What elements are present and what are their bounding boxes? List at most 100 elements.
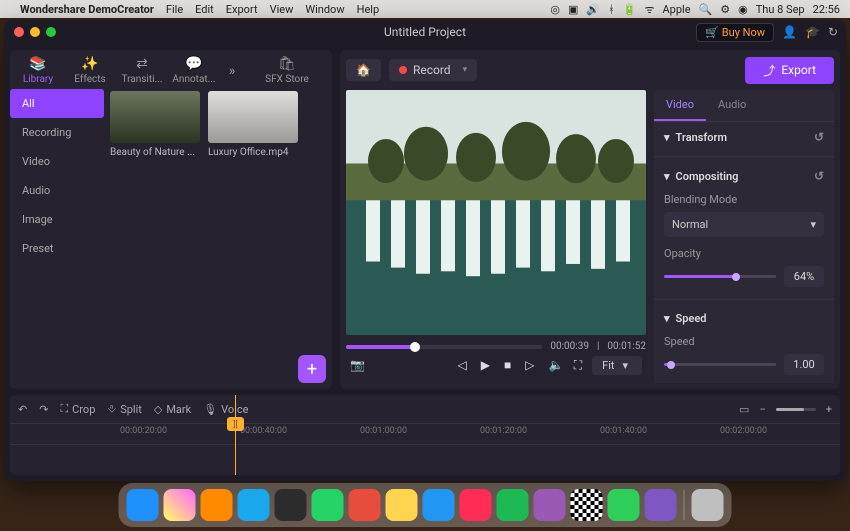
zoom-slider[interactable] xyxy=(776,408,816,411)
cat-recording[interactable]: Recording xyxy=(10,118,104,147)
volume-button[interactable]: 🔈 xyxy=(549,358,564,372)
dock-app-music[interactable] xyxy=(460,489,492,521)
timeline-playhead[interactable]: ][ xyxy=(235,395,236,475)
split-tool[interactable]: ⎀Split xyxy=(107,402,141,416)
mark-tool[interactable]: ◇Mark xyxy=(154,403,191,416)
dock-app-podcasts[interactable] xyxy=(534,489,566,521)
video-preview[interactable] xyxy=(346,90,646,335)
undo-button[interactable]: ↶ xyxy=(18,403,27,416)
date[interactable]: Thu 8 Sep xyxy=(756,3,805,16)
speed-value[interactable]: 1.00 xyxy=(784,354,824,375)
minimize-window-button[interactable] xyxy=(30,27,40,37)
fullscreen-window-button[interactable] xyxy=(46,27,56,37)
dock-app-notes[interactable] xyxy=(386,489,418,521)
status-apple[interactable]: Apple xyxy=(662,3,690,16)
collapse-icon[interactable]: ▾ xyxy=(664,131,670,144)
menu-export[interactable]: Export xyxy=(226,3,258,16)
zoom-out-button[interactable]: − xyxy=(759,403,765,416)
collapse-icon[interactable]: ▾ xyxy=(664,312,670,325)
tab-library[interactable]: 📚Library xyxy=(14,56,62,85)
cat-audio[interactable]: Audio xyxy=(10,176,104,205)
properties-panel: Video Audio ▾Transform↺ ▾Compositing↺ Bl… xyxy=(654,90,834,383)
prev-frame-button[interactable]: ◁ xyxy=(458,358,467,372)
dock-app[interactable] xyxy=(238,489,270,521)
timeline-tracks[interactable]: Beauty of Nature HD.mp4 Beauty of N Beau… xyxy=(10,445,840,475)
refresh-icon[interactable]: ↻ xyxy=(828,25,838,39)
blending-mode-select[interactable]: Normal▾ xyxy=(664,212,824,237)
seek-slider[interactable] xyxy=(346,345,542,349)
dock-app[interactable] xyxy=(571,489,603,521)
reset-compositing-button[interactable]: ↺ xyxy=(814,169,824,183)
tab-more[interactable]: » xyxy=(222,63,242,79)
account-icon[interactable]: 👤 xyxy=(782,25,797,39)
zoom-in-button[interactable]: + xyxy=(826,403,832,416)
tab-transitions[interactable]: ⇄Transiti... xyxy=(118,56,166,85)
dock-app-firefox[interactable] xyxy=(201,489,233,521)
cat-video[interactable]: Video xyxy=(10,147,104,176)
tab-audio-props[interactable]: Audio xyxy=(706,90,758,121)
tab-effects[interactable]: ✨Effects xyxy=(66,56,114,85)
cat-image[interactable]: Image xyxy=(10,205,104,234)
dock-app-terminal[interactable] xyxy=(275,489,307,521)
cat-preset[interactable]: Preset xyxy=(10,234,104,263)
blending-label: Blending Mode xyxy=(664,193,824,206)
aspect-button[interactable]: ▭ xyxy=(739,403,749,416)
redo-button[interactable]: ↷ xyxy=(39,403,48,416)
tab-sfx-store[interactable]: 🛍SFX Store xyxy=(246,56,328,85)
collapse-icon[interactable]: ▾ xyxy=(664,170,670,183)
status-icon[interactable]: ▣ xyxy=(568,3,578,16)
menu-edit[interactable]: Edit xyxy=(195,3,214,16)
voice-tool[interactable]: 🎙Voice xyxy=(203,403,248,416)
speed-slider[interactable] xyxy=(664,363,776,366)
siri-icon[interactable]: ◉ xyxy=(738,3,748,16)
home-button[interactable]: 🏠 xyxy=(346,59,381,81)
timeline-ruler[interactable]: 00:00:20:00 00:00:40:00 00:01:00:00 00:0… xyxy=(10,423,840,445)
dock-app-mail[interactable] xyxy=(423,489,455,521)
volume-icon[interactable]: 🔊 xyxy=(586,3,600,16)
buy-now-button[interactable]: 🛒 Buy Now xyxy=(696,23,774,42)
menu-file[interactable]: File xyxy=(166,3,183,16)
add-media-button[interactable]: + xyxy=(298,355,326,383)
bluetooth-icon[interactable]: ᚼ xyxy=(608,3,615,16)
snapshot-button[interactable]: 📷 xyxy=(350,358,365,372)
fit-select[interactable]: Fit▾ xyxy=(592,356,642,375)
clock[interactable]: 22:56 xyxy=(813,3,840,16)
tab-video-props[interactable]: Video xyxy=(654,90,706,121)
crop-tool[interactable]: ⛶Crop xyxy=(60,402,95,416)
dock-app-trash[interactable] xyxy=(692,489,724,521)
dock-app-whatsapp[interactable] xyxy=(312,489,344,521)
spotlight-icon[interactable]: 🔍 xyxy=(699,3,713,16)
close-window-button[interactable] xyxy=(14,27,24,37)
play-button[interactable]: ▶ xyxy=(481,358,490,372)
fullscreen-button[interactable]: ⛶ xyxy=(574,358,582,373)
chevron-down-icon: ▾ xyxy=(810,218,816,231)
menu-help[interactable]: Help xyxy=(357,3,380,16)
dock-app-launchpad[interactable] xyxy=(164,489,196,521)
menu-window[interactable]: Window xyxy=(305,3,344,16)
next-frame-button[interactable]: ▷ xyxy=(525,358,534,372)
dock-app-pycharm[interactable] xyxy=(608,489,640,521)
menu-view[interactable]: View xyxy=(270,3,294,16)
opacity-value[interactable]: 64% xyxy=(784,266,824,287)
dock-app-finder[interactable] xyxy=(127,489,159,521)
stop-button[interactable]: ■ xyxy=(504,358,511,372)
dock-app-todoist[interactable] xyxy=(349,489,381,521)
dock-app-democreator[interactable] xyxy=(645,489,677,521)
macos-dock xyxy=(119,483,732,527)
media-clip[interactable]: Luxury Office.mp4 xyxy=(208,91,298,158)
export-button[interactable]: ⤴Export xyxy=(745,57,834,84)
tab-annotations[interactable]: 💬Annotat... xyxy=(170,56,218,85)
dock-app-spotify[interactable] xyxy=(497,489,529,521)
education-icon[interactable]: 🎓 xyxy=(805,25,820,39)
wifi-icon[interactable]: ᯤ xyxy=(644,2,654,17)
opacity-slider[interactable] xyxy=(664,275,776,278)
app-name[interactable]: Wondershare DemoCreator xyxy=(20,3,154,16)
battery-icon[interactable]: 🔋 xyxy=(623,3,637,16)
media-clip[interactable]: Beauty of Nature ... xyxy=(110,91,200,158)
playhead-handle[interactable]: ][ xyxy=(227,417,244,431)
cat-all[interactable]: All xyxy=(10,89,104,118)
control-center-icon[interactable]: ⚙ xyxy=(720,3,730,16)
record-button[interactable]: Record▾ xyxy=(389,59,477,81)
status-icon[interactable]: ◎ xyxy=(550,3,560,16)
reset-transform-button[interactable]: ↺ xyxy=(814,130,824,144)
